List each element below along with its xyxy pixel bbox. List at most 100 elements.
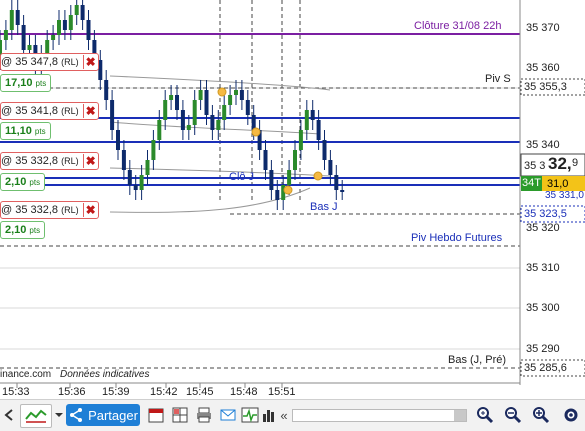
close-icon[interactable]: ✖ <box>82 104 98 118</box>
candle-body <box>322 140 327 160</box>
order-price: @ 35 332,8 (RL) <box>1 155 79 167</box>
grid-icon[interactable] <box>170 404 190 426</box>
x-tick: 15:39 <box>102 386 130 398</box>
order-tag[interactable]: @ 35 341,8 (RL) ✖ <box>0 102 99 120</box>
candle-body <box>133 185 138 190</box>
chart-toolbar: Partager « <box>0 399 585 431</box>
calendar-icon[interactable] <box>146 404 166 426</box>
candle-body <box>98 60 103 80</box>
candle-body <box>86 20 91 40</box>
dropdown-icon[interactable] <box>53 404 65 426</box>
candle-body <box>239 90 244 100</box>
bas-j-price-tag: 35 323,5 <box>524 208 567 220</box>
settings-icon[interactable] <box>560 404 582 426</box>
close-icon[interactable]: ✖ <box>82 203 98 217</box>
y-tick: 35 370 <box>526 22 560 34</box>
candle-body <box>151 140 156 160</box>
candle-body <box>334 175 339 190</box>
x-tick: 15:36 <box>58 386 86 398</box>
candle-body <box>51 35 56 40</box>
order-tag[interactable]: @ 35 347,8 (RL) ✖ <box>0 53 99 71</box>
order-price: @ 35 341,8 (RL) <box>1 105 79 117</box>
close-icon[interactable]: ✖ <box>82 55 98 69</box>
x-tick: 15:45 <box>186 386 214 398</box>
candle-body <box>3 30 8 40</box>
candle-body <box>163 100 168 120</box>
zoom-in-icon[interactable] <box>531 404 551 426</box>
bas-j-label: Bas J <box>310 201 338 213</box>
candle-body <box>287 170 292 185</box>
candle-body <box>328 160 333 175</box>
candle-body <box>228 95 233 105</box>
candle-body <box>234 90 238 95</box>
x-tick: 15:42 <box>150 386 178 398</box>
zoom-out-icon[interactable] <box>503 404 523 426</box>
candle-body <box>304 110 309 130</box>
x-tick: 15:48 <box>230 386 258 398</box>
candle-body <box>21 25 26 50</box>
share-label: Partager <box>88 407 138 423</box>
bar-chart-icon[interactable] <box>262 404 276 426</box>
candle-body <box>298 130 303 150</box>
candle-body <box>180 110 185 130</box>
candle-body <box>80 5 85 20</box>
order-points: 2,10 pts <box>0 221 46 239</box>
scrollbar-thumb[interactable] <box>454 410 466 421</box>
heartbeat-icon[interactable] <box>240 404 260 426</box>
candle-body <box>293 150 297 170</box>
order-points: 17,10 pts <box>0 74 52 92</box>
candle-body <box>245 100 250 115</box>
hidden-price-tag: 35 331,0 <box>545 190 584 201</box>
candle-body <box>186 125 191 130</box>
share-icon <box>70 408 83 422</box>
candle-body <box>57 20 61 35</box>
email-icon[interactable] <box>218 404 238 426</box>
order-tag[interactable]: @ 35 332,8 (RL) ✖ <box>0 201 99 219</box>
scrollbar[interactable] <box>292 409 467 422</box>
zoom-fit-icon[interactable] <box>475 404 495 426</box>
y-tick: 35 310 <box>526 262 560 274</box>
event-marker <box>283 185 293 195</box>
candle-body <box>210 115 215 130</box>
candle-body <box>139 175 144 190</box>
order-price: @ 35 347,8 (RL) <box>1 56 79 68</box>
candle-body <box>275 190 280 200</box>
y-tick: 35 340 <box>526 139 560 151</box>
order-points: 11,10 pts <box>0 122 51 140</box>
source-prefix: inance.com <box>0 369 52 380</box>
event-marker <box>251 127 261 137</box>
candle-body <box>263 150 268 170</box>
candle-body <box>15 10 20 25</box>
close-icon[interactable]: ✖ <box>82 154 98 168</box>
indicator-chart-icon[interactable] <box>20 404 52 428</box>
candle-body <box>110 100 115 130</box>
bid-value: 31,0 <box>547 178 569 190</box>
scroll-left-icon[interactable]: « <box>278 404 290 426</box>
y-tick: 35 290 <box>526 343 560 355</box>
x-tick: 15:51 <box>268 386 296 398</box>
candle-body <box>145 160 150 175</box>
piv-hebdo-label: Piv Hebdo Futures <box>411 232 503 244</box>
candle-body <box>192 100 197 125</box>
candle-body <box>9 10 14 30</box>
candle-body <box>204 90 209 115</box>
print-icon[interactable] <box>194 404 214 426</box>
candle-body <box>127 170 132 185</box>
order-points: 2,10 pts <box>0 173 46 191</box>
share-button[interactable]: Partager <box>66 404 140 426</box>
candle-body <box>157 120 162 140</box>
candle-body <box>175 95 179 110</box>
cloture-label: Clôture 31/08 22h <box>414 20 502 32</box>
candle-body <box>121 150 126 170</box>
bid-badge: 34T <box>522 177 541 189</box>
order-tag[interactable]: @ 35 332,8 (RL) ✖ <box>0 152 99 170</box>
arrow-left-icon[interactable] <box>2 404 16 426</box>
candle-body <box>198 90 203 100</box>
current-price-main: 32, <box>548 154 572 173</box>
candle-body <box>222 105 227 120</box>
event-marker <box>217 87 227 97</box>
candle-body <box>27 45 32 50</box>
source-note: Données indicatives <box>60 369 150 380</box>
y-tick: 35 320 <box>526 222 560 234</box>
candle-body <box>169 95 174 100</box>
